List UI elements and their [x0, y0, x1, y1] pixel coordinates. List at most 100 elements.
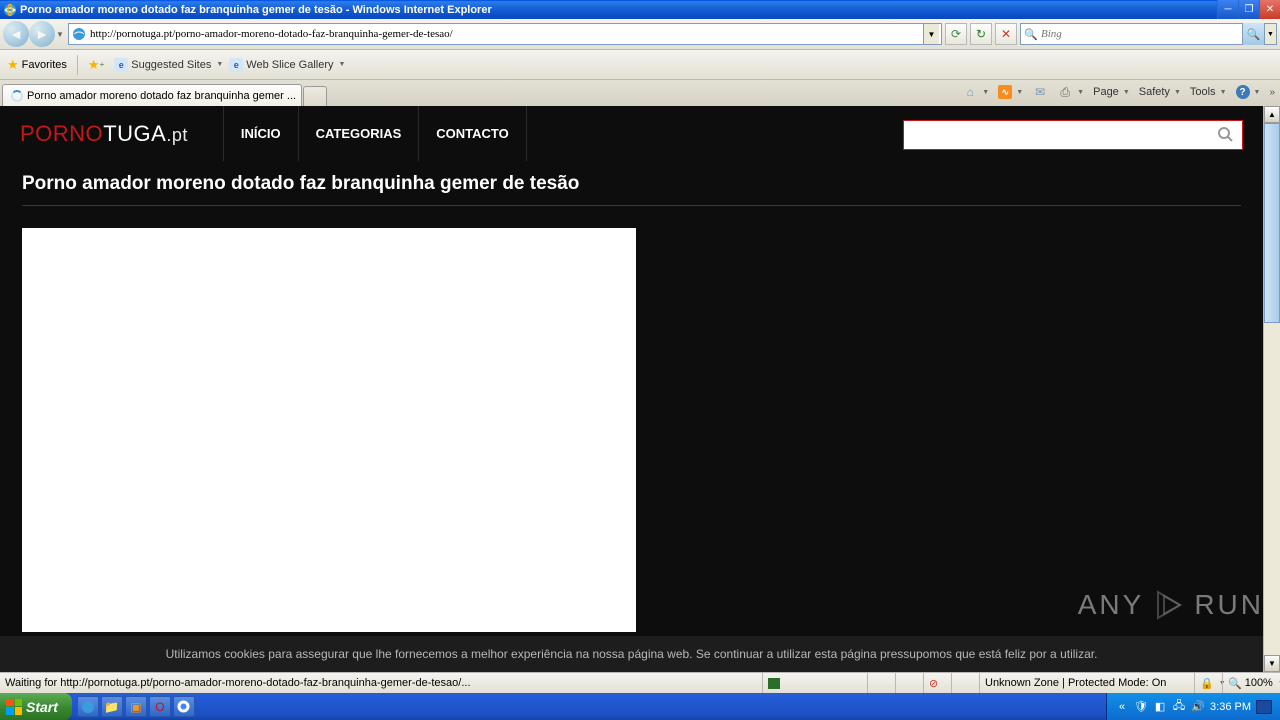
scroll-thumb[interactable] [1264, 123, 1280, 323]
site-search-button[interactable] [1210, 126, 1242, 144]
home-icon: ⌂ [962, 84, 978, 100]
nav-history-dropdown[interactable]: ▼ [55, 30, 65, 39]
site-logo[interactable]: PORNOTUGA.pt [20, 121, 188, 147]
popup-blocker-icon[interactable]: ⊘ [923, 673, 951, 693]
security-shield-icon[interactable]: 🛡 [1134, 700, 1148, 714]
rss-icon: ∿ [998, 85, 1012, 99]
opera-taskbar-icon[interactable]: O [149, 696, 171, 717]
start-button[interactable]: Start [0, 693, 72, 720]
media-taskbar-icon[interactable]: ▣ [125, 696, 147, 717]
ie-mini-icon: e [114, 58, 128, 72]
cookie-text: Utilizamos cookies para assegurar que lh… [166, 647, 1098, 661]
site-header: PORNOTUGA.pt INÍCIO CATEGORIAS CONTACTO [0, 106, 1263, 161]
nav-inicio[interactable]: INÍCIO [223, 106, 299, 161]
nav-contacto[interactable]: CONTACTO [419, 106, 526, 161]
print-button[interactable]: ⎙▼ [1054, 82, 1087, 102]
plus-icon: + [100, 60, 105, 69]
window-title: Porno amador moreno dotado faz branquinh… [20, 4, 1217, 16]
network-icon[interactable]: 🖧 [1172, 700, 1186, 714]
search-input[interactable] [1041, 28, 1242, 40]
safety-menu[interactable]: Safety▼ [1136, 84, 1184, 100]
page-menu[interactable]: Page▼ [1090, 84, 1133, 100]
back-button[interactable]: ◄ [3, 21, 29, 47]
tab-active[interactable]: Porno amador moreno dotado faz branquinh… [2, 84, 302, 106]
search-bar: 🔍 🔍 ▼ [1020, 23, 1277, 45]
status-bar: Waiting for http://pornotuga.pt/porno-am… [0, 672, 1280, 693]
close-button[interactable]: ✕ [1259, 0, 1280, 19]
scrollbar[interactable]: ▲ ▼ [1263, 106, 1280, 672]
chevron-down-icon: ▼ [216, 61, 223, 68]
windows-logo-icon [6, 699, 22, 715]
help-button[interactable]: ?▼ [1233, 83, 1264, 101]
page-icon [71, 26, 87, 42]
feeds-button[interactable]: ∿▼ [995, 83, 1026, 101]
nav-categorias[interactable]: CATEGORIAS [299, 106, 420, 161]
suggested-sites-link[interactable]: e Suggested Sites ▼ [114, 58, 223, 72]
ie-icon [3, 3, 17, 17]
favorites-bar: ★ Favorites ★ + e Suggested Sites ▼ e We… [0, 50, 1280, 80]
chevron-down-icon: ▼ [339, 61, 346, 68]
star-icon: ★ [7, 57, 19, 73]
progress-bar [768, 678, 780, 689]
search-provider-icon[interactable]: 🔍 [1021, 28, 1041, 41]
help-icon: ? [1236, 85, 1250, 99]
url-input[interactable] [87, 28, 923, 40]
refresh-button[interactable]: ↻ [970, 23, 992, 45]
status-text: Waiting for http://pornotuga.pt/porno-am… [0, 677, 762, 689]
home-button[interactable]: ⌂▼ [959, 82, 992, 102]
cookie-notice: Utilizamos cookies para assegurar que lh… [0, 636, 1263, 672]
star-add-icon: ★ [88, 57, 100, 73]
tray-expand-icon[interactable]: « [1115, 700, 1129, 714]
web-slice-link[interactable]: e Web Slice Gallery ▼ [229, 58, 345, 72]
search-go-button[interactable]: 🔍 [1242, 23, 1264, 45]
protected-mode-icon[interactable]: 🔒▼ [1194, 673, 1222, 693]
stop-button[interactable]: ✕ [995, 23, 1017, 45]
video-player[interactable] [22, 228, 636, 632]
webslice-label: Web Slice Gallery [246, 59, 333, 71]
scroll-up-button[interactable]: ▲ [1264, 106, 1280, 123]
search-icon [1217, 126, 1235, 144]
tab-bar: Porno amador moreno dotado faz branquinh… [0, 80, 1280, 106]
zoom-control[interactable]: 🔍100% ▼ [1222, 673, 1280, 693]
status-cell [895, 673, 923, 693]
ie-taskbar-icon[interactable] [77, 696, 99, 717]
page-heading: Porno amador moreno dotado faz branquinh… [22, 161, 1241, 206]
scroll-down-button[interactable]: ▼ [1264, 655, 1280, 672]
site-search-input[interactable] [904, 128, 1210, 142]
show-desktop-button[interactable] [1256, 700, 1272, 714]
tools-menu[interactable]: Tools▼ [1187, 84, 1230, 100]
command-bar: ⌂▼ ∿▼ ✉ ⎙▼ Page▼ Safety▼ Tools▼ ?▼ » [959, 82, 1278, 102]
read-mail-button[interactable]: ✉ [1029, 82, 1051, 102]
address-bar: ▼ [68, 23, 942, 45]
chrome-taskbar-icon[interactable] [173, 696, 195, 717]
system-tray: « 🛡 ◧ 🖧 🔊 3:36 PM [1106, 693, 1280, 720]
security-zone: Unknown Zone | Protected Mode: On [979, 673, 1194, 693]
webpage: PORNOTUGA.pt INÍCIO CATEGORIAS CONTACTO … [0, 106, 1263, 672]
new-tab-button[interactable] [303, 86, 327, 106]
tab-title: Porno amador moreno dotado faz branquinh… [27, 90, 296, 102]
favorites-button[interactable]: ★ Favorites [3, 55, 71, 75]
titlebar: Porno amador moreno dotado faz branquinh… [0, 0, 1280, 19]
volume-icon[interactable]: 🔊 [1191, 700, 1205, 714]
suggested-label: Suggested Sites [131, 59, 211, 71]
favorites-label: Favorites [22, 59, 67, 71]
status-cell [951, 673, 979, 693]
tray-app-icon[interactable]: ◧ [1153, 700, 1167, 714]
explorer-taskbar-icon[interactable]: 📁 [101, 696, 123, 717]
minimize-button[interactable]: ─ [1217, 0, 1238, 19]
site-search [903, 120, 1243, 150]
url-dropdown[interactable]: ▼ [923, 24, 939, 44]
compat-view-button[interactable]: ⟳ [945, 23, 967, 45]
progress-cell [762, 673, 867, 693]
taskbar: Start 📁 ▣ O « 🛡 ◧ 🖧 🔊 3:36 PM [0, 693, 1280, 720]
search-options-dropdown[interactable]: ▼ [1264, 24, 1276, 44]
loading-spinner-icon [11, 89, 23, 103]
separator [77, 55, 78, 75]
ie-mini-icon: e [229, 58, 243, 72]
add-favorite-button[interactable]: ★ + [84, 55, 108, 75]
more-commands-button[interactable]: » [1266, 87, 1278, 98]
quick-launch: 📁 ▣ O [72, 693, 200, 720]
clock[interactable]: 3:36 PM [1210, 701, 1251, 713]
maximize-button[interactable]: ❐ [1238, 0, 1259, 19]
forward-button[interactable]: ► [29, 21, 55, 47]
